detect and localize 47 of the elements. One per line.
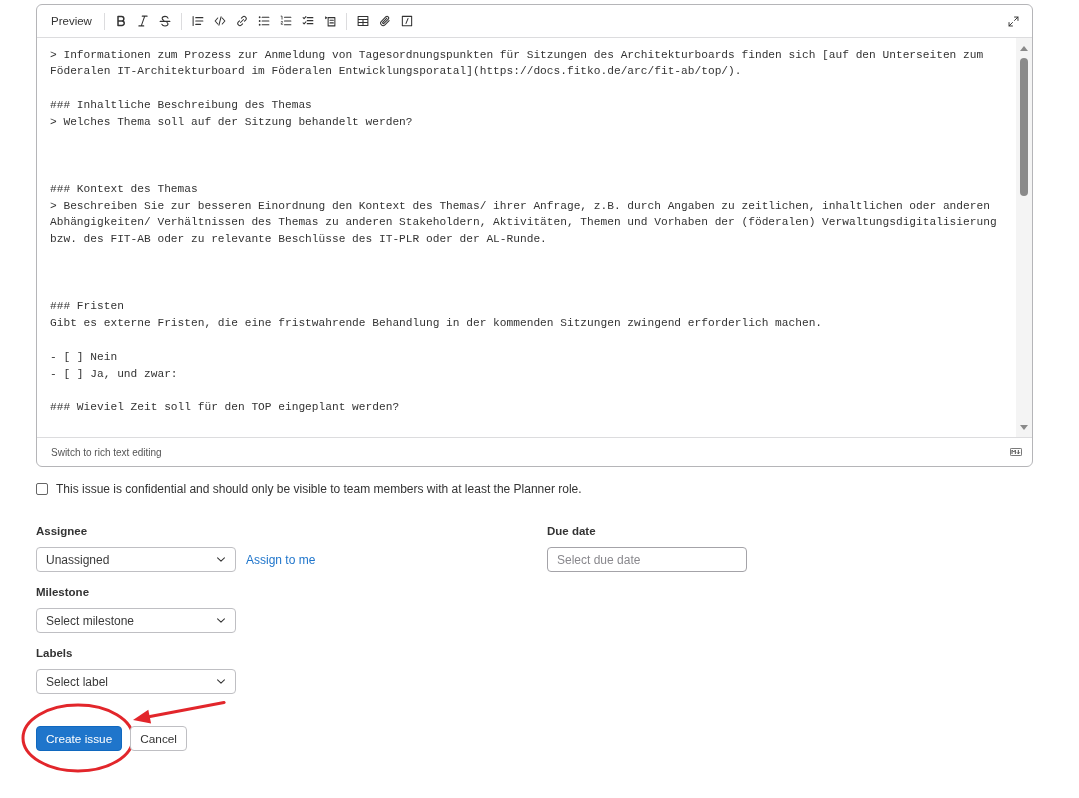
markdown-line: > Welches Thema soll auf der Sitzung behandelt werden? [50,114,414,130]
markdown-line: - [ ] Nein [50,349,119,365]
markdown-line: ### Kontext des Themas [50,181,199,197]
assignee-dropdown[interactable]: Unassigned [36,547,236,572]
field-label: Due date [547,524,596,539]
code-icon[interactable] [213,15,226,27]
paperclip-icon[interactable] [378,15,391,27]
bold-icon[interactable] [114,15,127,27]
markdown-line: > Beschreiben Sie zur besseren Einordnung den Kontext des Themas/ ihrer Anfrage, z.B. durch Angaben zu zeitlichen, inhaltlichen oder anderen [50,198,991,214]
markdown-line: ### Inhaltliche Beschreibung des Themas [50,97,313,113]
markdown-icon [1010,448,1022,456]
checkbox-label: This issue is confidential and should only be visible to team members with at least the Planner role. [56,482,582,496]
milestone-dropdown[interactable]: Select milestone [36,608,236,633]
date-field[interactable]: Select due date [547,547,747,572]
field-label: Assignee [36,524,88,539]
slash-command-icon[interactable] [400,15,413,27]
scrollbar[interactable] [1016,38,1032,437]
markdown-line: ### Fristen [50,299,125,315]
bullet-list-icon[interactable] [257,15,270,27]
cancel-button[interactable]: Cancel [130,726,187,751]
details-icon[interactable] [323,15,336,27]
rich-text-toggle-link[interactable]: Switch to rich text editing [51,446,162,458]
quote-icon[interactable] [191,15,204,27]
assign-to-me-link[interactable]: Assign to me [246,552,316,567]
markdown-line: - [ ] Ja, und zwar: [50,366,179,382]
markdown-line: Abhängigkeiten/ Verhältnissen des Themas zu anderen Stakeholdern, Aktivitäten, Themen und Vorhaben der (föderalen) Verwaltungsdigitalisierung [50,215,998,231]
field-label: Labels [36,646,73,661]
markdown-line: Gibt es externe Fristen, die eine fristwahrende Behandlung in der kommenden Sitzungen zwingend erforderlich machen. [50,316,824,332]
chevron-down-icon [217,557,225,562]
preview-tab[interactable]: Preview [51,15,92,27]
chevron-down-icon [217,618,225,623]
markdown-line: bzw. des FIT-AB oder zu relevante Beschlüsse des IT-PLR oder der AL-Runde. [50,232,548,248]
fullscreen-icon[interactable] [1007,15,1019,27]
markdown-line: > Informationen zum Prozess zur Anmeldung von Tagesordnungspunkten für Sitzungen des Architekturboards finden sich [auf den Unterseiten zum [50,47,985,63]
markdown-line: ### Wieviel Zeit soll für den TOP eingeplant werden? [50,400,401,416]
markdown-line: Föderalen IT-Architekturboard im Föderalen Entwicklungsporatal](https://docs.fitko.de/arc/fit-ab/top/). [50,64,743,80]
numbered-list-icon[interactable] [279,15,292,27]
strikethrough-icon[interactable] [158,15,171,27]
labels-dropdown[interactable]: Select label [36,669,236,694]
create-issue-button[interactable]: Create issue [36,726,123,751]
checkbox[interactable] [36,483,48,495]
chevron-down-icon [217,679,225,684]
task-list-icon[interactable] [301,15,314,27]
table-icon[interactable] [356,15,369,27]
italic-icon[interactable] [136,15,149,27]
field-label: Milestone [36,585,90,600]
link-icon[interactable] [235,15,248,27]
